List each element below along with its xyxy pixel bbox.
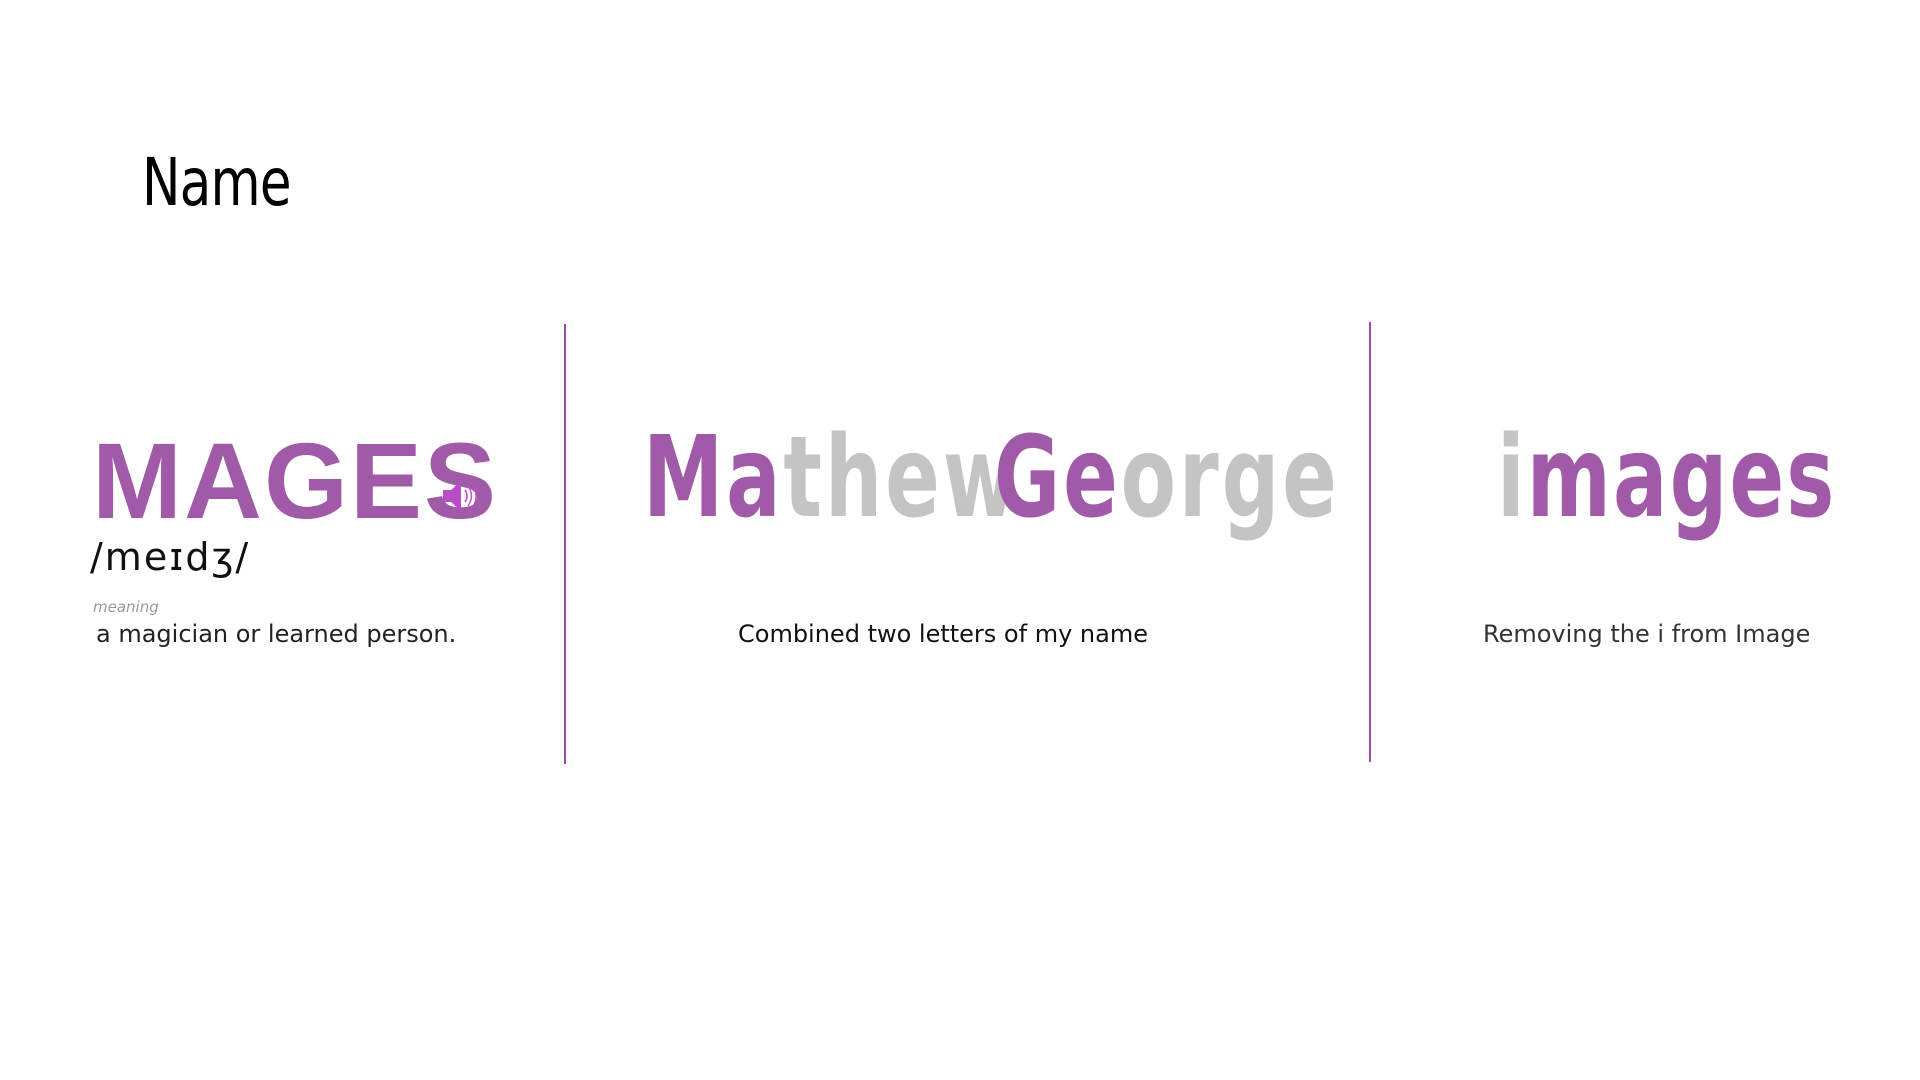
removed-letter: i [1497,413,1527,543]
slide-title: Name [142,144,292,221]
column-divider-right [1369,322,1371,762]
last-name-highlight: Ge [994,413,1121,543]
column-divider-left [564,324,566,764]
speaker-icon[interactable] [441,475,483,517]
first-name-rest: thew [783,413,1021,543]
last-name: George [994,422,1340,534]
images-rest: mages [1526,413,1837,543]
last-name-rest: orge [1120,413,1340,543]
first-name: Mathew [643,422,1020,534]
mages-word: MAGES [92,420,499,541]
phonetic-spelling: /meɪdʒ/ [90,535,251,579]
first-name-highlight: Ma [643,413,784,543]
image-removal-caption: Removing the i from Image [1483,620,1811,648]
name-combination-caption: Combined two letters of my name [738,620,1148,648]
images-word: images [1497,422,1836,534]
meaning-label: meaning [93,598,159,616]
meaning-text: a magician or learned person. [96,620,457,648]
